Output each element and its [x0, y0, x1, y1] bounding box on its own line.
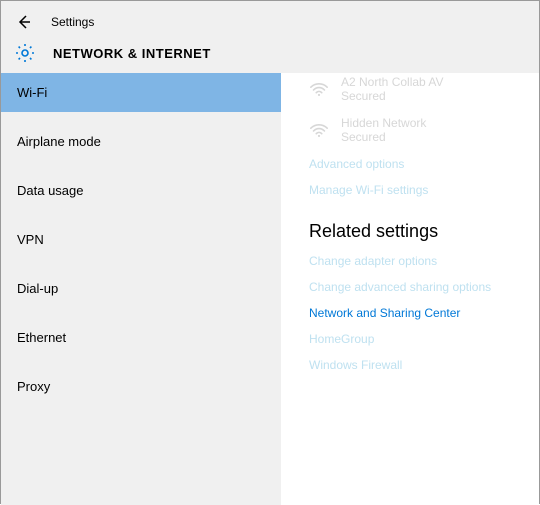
page-title: NETWORK & INTERNET [53, 46, 211, 61]
sidebar-item-wifi[interactable]: Wi-Fi [1, 73, 281, 112]
header-top-row: Settings [1, 9, 539, 35]
wifi-network-name: A2 North Collab AV [341, 75, 444, 89]
wifi-network-status: Secured [341, 89, 444, 103]
wifi-network-row[interactable]: A2 North Collab AV Secured [309, 75, 521, 104]
sidebar-item-airplane[interactable]: Airplane mode [1, 122, 281, 161]
link-change-sharing[interactable]: Change advanced sharing options [309, 280, 521, 294]
wifi-network-status: Secured [341, 130, 426, 144]
link-windows-firewall[interactable]: Windows Firewall [309, 358, 521, 372]
link-homegroup[interactable]: HomeGroup [309, 332, 521, 346]
sidebar-item-label: Dial-up [17, 281, 58, 296]
sidebar-item-label: Wi-Fi [17, 85, 47, 100]
content-pane: A2 North Collab AV Secured Hidden Networ… [281, 73, 539, 505]
back-arrow-icon[interactable] [15, 13, 33, 31]
sidebar-item-data-usage[interactable]: Data usage [1, 171, 281, 210]
sidebar-item-vpn[interactable]: VPN [1, 220, 281, 259]
sidebar-item-label: VPN [17, 232, 44, 247]
wifi-network-name: Hidden Network [341, 116, 426, 130]
link-network-sharing-center[interactable]: Network and Sharing Center [309, 306, 521, 320]
header-main-row: NETWORK & INTERNET [1, 35, 539, 71]
sidebar-item-label: Data usage [17, 183, 84, 198]
gear-icon [15, 43, 35, 63]
sidebar-item-dialup[interactable]: Dial-up [1, 269, 281, 308]
sidebar-item-label: Ethernet [17, 330, 66, 345]
sidebar: Wi-Fi Airplane mode Data usage VPN Dial-… [1, 73, 281, 505]
wifi-network-text: Hidden Network Secured [341, 116, 426, 145]
wifi-icon [309, 80, 329, 98]
sidebar-item-proxy[interactable]: Proxy [1, 367, 281, 406]
wifi-icon [309, 121, 329, 139]
link-manage-wifi[interactable]: Manage Wi-Fi settings [309, 183, 521, 197]
wifi-network-text: A2 North Collab AV Secured [341, 75, 444, 104]
main-layout: Wi-Fi Airplane mode Data usage VPN Dial-… [1, 73, 539, 505]
settings-header: Settings NETWORK & INTERNET [1, 1, 539, 73]
sidebar-item-label: Airplane mode [17, 134, 101, 149]
sidebar-item-ethernet[interactable]: Ethernet [1, 318, 281, 357]
related-settings-header: Related settings [309, 221, 521, 242]
wifi-network-row[interactable]: Hidden Network Secured [309, 116, 521, 145]
sidebar-item-label: Proxy [17, 379, 50, 394]
link-advanced-options[interactable]: Advanced options [309, 157, 521, 171]
link-change-adapter[interactable]: Change adapter options [309, 254, 521, 268]
app-title: Settings [51, 15, 94, 29]
